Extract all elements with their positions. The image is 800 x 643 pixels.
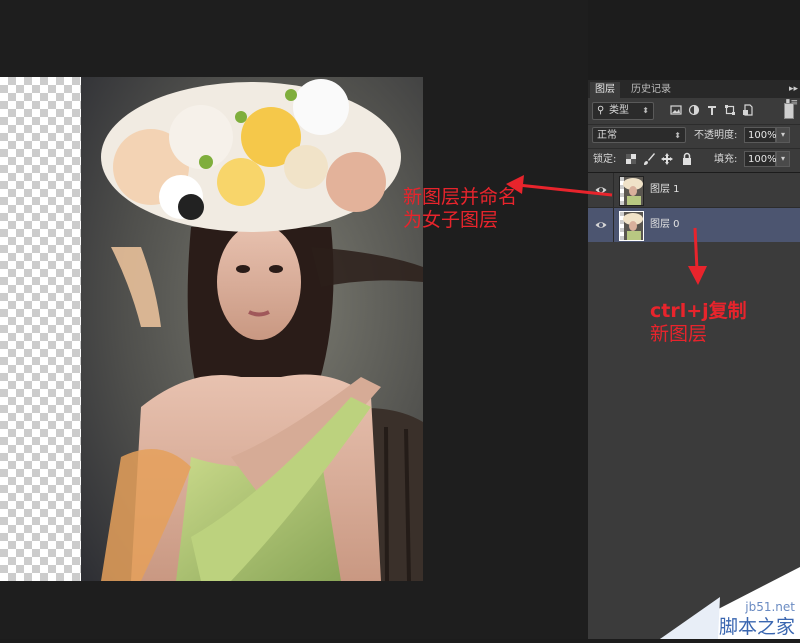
lock-label: 锁定: [593, 154, 617, 165]
fill-dropdown-button[interactable]: ▾ [776, 151, 790, 167]
eye-visibility-icon[interactable] [595, 184, 607, 196]
lock-position-move-icon[interactable] [660, 152, 674, 166]
layers-panel: 图层 历史记录 ▸▸ ▮≡ ⚲ 类型 ⬍ 正常 ⬍ 不透 [588, 80, 800, 639]
document-canvas[interactable]: 新图层并命名 为女子图层 [0, 0, 588, 639]
updown-caret-icon: ⬍ [674, 131, 681, 140]
site-watermark: jb51.net 脚本之家 [660, 567, 800, 639]
rename-annotation-line1: 新图层并命名 [403, 186, 518, 208]
layer-name[interactable]: 图层 0 [650, 217, 680, 233]
updown-caret-icon: ⬍ [642, 106, 649, 115]
shape-layer-filter-icon[interactable] [724, 104, 736, 116]
watermark-name: 脚本之家 [719, 616, 795, 638]
filter-toggle-switch[interactable] [784, 103, 794, 119]
tab-history[interactable]: 历史记录 [626, 82, 676, 98]
blend-mode-value: 正常 [597, 130, 617, 141]
visibility-divider [613, 208, 614, 242]
transparent-checkerboard [0, 77, 81, 581]
woman-photo-layer[interactable] [81, 77, 423, 581]
blend-opacity-row: 正常 ⬍ 不透明度: 100% ▾ [588, 124, 800, 149]
layer-name[interactable]: 图层 1 [650, 182, 680, 198]
rename-annotation-line2: 为女子图层 [403, 208, 499, 231]
rename-annotation: 新图层并命名 为女子图层 [403, 186, 563, 232]
copy-annotation-line1: ctrl+j复制 [650, 300, 747, 322]
layer-filter-row: ⚲ 类型 ⬍ [588, 98, 800, 125]
blend-mode-select[interactable]: 正常 ⬍ [592, 127, 686, 143]
watermark-site: jb51.net [744, 600, 795, 614]
copy-layer-annotation: ctrl+j复制 新图层 [650, 300, 790, 346]
smart-object-filter-icon[interactable] [742, 104, 754, 116]
lock-image-pixels-brush-icon[interactable] [642, 152, 656, 166]
tab-layers[interactable]: 图层 [590, 82, 620, 98]
lock-all-padlock-icon[interactable] [680, 152, 694, 166]
layer-thumbnail[interactable] [619, 211, 644, 241]
layer-row-layer0-selected[interactable]: 图层 0 [588, 208, 800, 242]
layer-kind-filter-select[interactable]: ⚲ 类型 ⬍ [592, 102, 654, 120]
copy-annotation-line2: 新图层 [650, 322, 708, 345]
eye-visibility-icon[interactable] [595, 219, 607, 231]
lock-transparent-pixels-icon[interactable] [624, 152, 638, 166]
pixel-layer-filter-icon[interactable] [670, 104, 682, 116]
layer-row-layer1[interactable]: 图层 1 [588, 173, 800, 208]
fill-label: 填充: [714, 154, 738, 165]
visibility-divider [613, 173, 614, 207]
type-layer-filter-icon[interactable] [706, 104, 718, 116]
layer-kind-filter-label: 类型 [609, 105, 629, 116]
opacity-input[interactable]: 100% [744, 127, 777, 143]
lock-fill-row: 锁定: 填充: 100% ▾ [588, 148, 800, 173]
panel-tab-bar: 图层 历史记录 ▸▸ ▮≡ [588, 80, 800, 108]
opacity-label: 不透明度: [694, 130, 738, 141]
fill-input[interactable]: 100% [744, 151, 777, 167]
search-icon: ⚲ [597, 105, 605, 116]
opacity-dropdown-button[interactable]: ▾ [776, 127, 790, 143]
adjustment-layer-filter-icon[interactable] [688, 104, 700, 116]
layer-thumbnail[interactable] [619, 176, 644, 206]
panel-menu-icon[interactable]: ▸▸ ▮≡ [774, 82, 799, 108]
